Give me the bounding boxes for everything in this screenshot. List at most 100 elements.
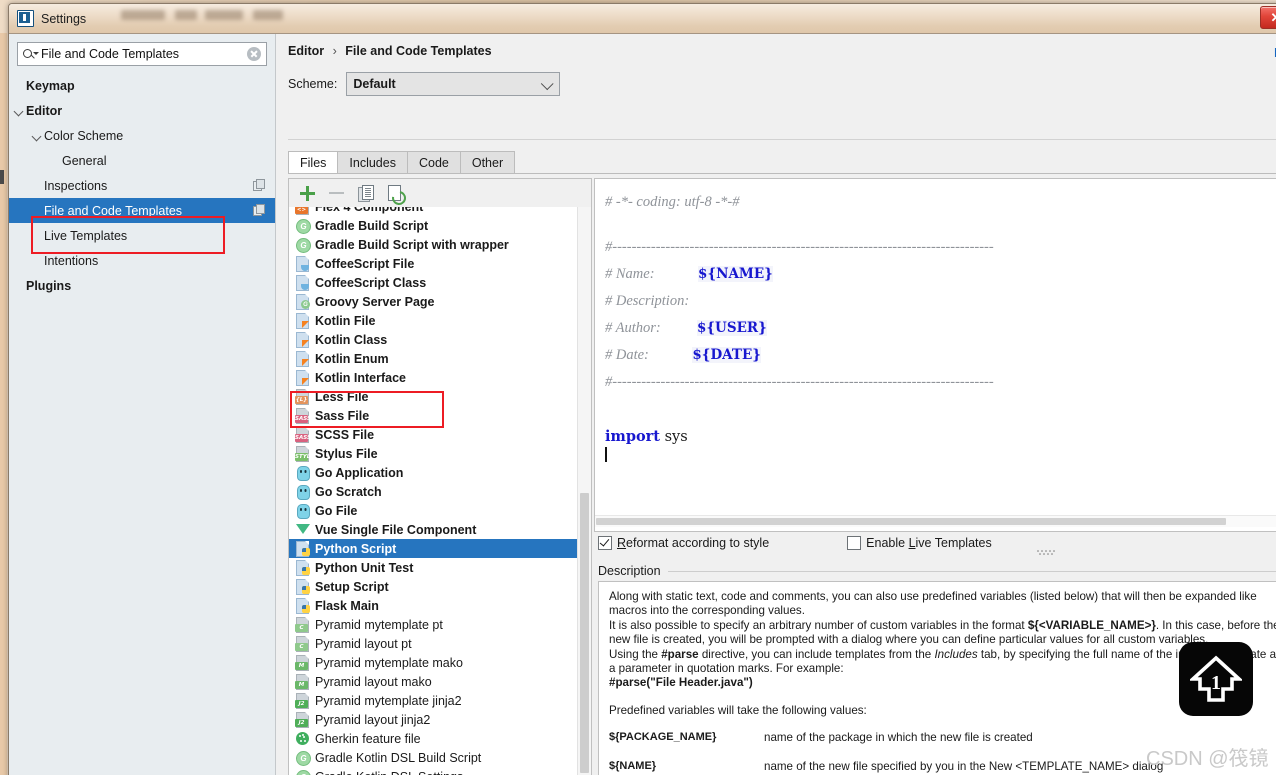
reformat-label: Reformat according to style <box>617 536 770 550</box>
list-item[interactable]: C Pyramid mytemplate pt <box>289 615 591 634</box>
list-item[interactable]: G Groovy Server Page <box>289 292 591 311</box>
sidebar-item-plugins[interactable]: Plugins <box>9 273 275 298</box>
window-body: File and Code Templates Keymap Editor Colo… <box>9 34 1276 775</box>
sidebar-item-editor[interactable]: Editor <box>9 98 275 123</box>
list-item[interactable]: G Gradle Kotlin DSL Settings <box>289 767 591 775</box>
clear-circle-icon[interactable] <box>247 47 261 61</box>
scheme-select-value: Default <box>353 77 396 91</box>
scheme-select[interactable]: Default <box>346 72 561 96</box>
sidebar-item-live-templates[interactable]: Live Templates <box>9 223 275 248</box>
list-item[interactable]: Kotlin Enum <box>289 349 591 368</box>
list-item[interactable]: G Gradle Kotlin DSL Build Script <box>289 748 591 767</box>
list-item-label: Pyramid layout pt <box>315 636 412 651</box>
stylus-icon: STYL <box>294 445 311 462</box>
scheme-row: Scheme: Default <box>288 72 561 96</box>
reformat-checkbox[interactable] <box>598 536 612 550</box>
list-item[interactable]: G Gradle Build Script <box>289 216 591 235</box>
template-list-toolbar <box>289 179 591 208</box>
sidebar-item-keymap[interactable]: Keymap <box>9 73 275 98</box>
list-item[interactable]: CoffeeScript File <box>289 254 591 273</box>
reset-icon[interactable] <box>383 182 409 208</box>
list-item[interactable]: Kotlin File <box>289 311 591 330</box>
tab-other[interactable]: Other <box>459 151 516 174</box>
list-item[interactable]: G Gradle Build Script with wrapper <box>289 235 591 254</box>
list-item[interactable]: M Pyramid layout mako <box>289 672 591 691</box>
list-item[interactable]: SASS SCSS File <box>289 425 591 444</box>
list-item[interactable]: Vue Single File Component <box>289 520 591 539</box>
list-item[interactable]: <> Flex 4 Component <box>289 207 591 216</box>
csdn-house-icon: 1 <box>1179 642 1253 716</box>
variable-description: name of the new file specified by you in… <box>764 760 1164 774</box>
list-item[interactable]: CoffeeScript Class <box>289 273 591 292</box>
sidebar-item-intentions[interactable]: Intentions <box>9 248 275 273</box>
list-item[interactable]: Go Application <box>289 463 591 482</box>
chevron-down-icon[interactable] <box>13 104 26 117</box>
chameleon-icon: C <box>294 616 311 633</box>
list-item[interactable]: J2 Pyramid mytemplate jinja2 <box>289 691 591 710</box>
chevron-down-icon[interactable] <box>31 129 44 142</box>
list-item[interactable]: {L} Less File <box>289 387 591 406</box>
resize-grip[interactable] <box>1037 550 1055 556</box>
list-item[interactable]: Kotlin Class <box>289 330 591 349</box>
sidebar-item-general[interactable]: General <box>9 148 275 173</box>
list-item[interactable]: Go File <box>289 501 591 520</box>
list-item[interactable]: Python Unit Test <box>289 558 591 577</box>
sidebar-item-file-and-code-templates[interactable]: File and Code Templates <box>9 198 275 223</box>
template-code-editor[interactable]: # -*- coding: utf-8 -*-# #---------------… <box>594 178 1276 532</box>
list-item-label: Python Script <box>315 541 397 556</box>
tab-files[interactable]: Files <box>288 151 339 174</box>
gradle-icon: G <box>294 236 311 253</box>
editor-hscrollbar-thumb[interactable] <box>596 518 1226 525</box>
list-item[interactable]: Flask Main <box>289 596 591 615</box>
breadcrumb-root[interactable]: Editor <box>288 44 324 58</box>
copy-settings-icon[interactable] <box>253 204 265 216</box>
gradle-icon: G <box>294 768 311 775</box>
description-p1-text: Along with static text, code and comment… <box>609 590 1257 618</box>
list-item[interactable]: J2 Pyramid layout jinja2 <box>289 710 591 729</box>
desktop-left-marker <box>0 170 4 184</box>
sidebar-item-inspections[interactable]: Inspections <box>9 173 275 198</box>
list-item-label: Stylus File <box>315 446 378 461</box>
close-icon[interactable]: ✕ <box>1260 6 1276 29</box>
minus-icon[interactable] <box>325 182 349 204</box>
code-line: # Author: ${USER} <box>605 320 767 336</box>
copy-settings-icon[interactable] <box>253 179 265 191</box>
list-item[interactable]: SASS Sass File <box>289 406 591 425</box>
live-templates-checkbox[interactable] <box>847 536 862 550</box>
gradle-icon: G <box>294 217 311 234</box>
list-item[interactable]: Go Scratch <box>289 482 591 501</box>
template-list-panel: <>Flex 4 ComponentGGradle Build ScriptGG… <box>288 178 592 775</box>
tab-code[interactable]: Code <box>406 151 461 174</box>
sass-icon: SASS <box>294 407 311 424</box>
template-list-scroll[interactable]: <>Flex 4 ComponentGGradle Build ScriptGG… <box>289 207 591 775</box>
plus-icon[interactable] <box>296 182 320 204</box>
python-icon <box>294 559 311 576</box>
copy-icon[interactable] <box>354 182 378 204</box>
code-text: # -*- coding: utf-8 -*-# <box>605 194 740 210</box>
list-item[interactable]: M Pyramid mytemplate mako <box>289 653 591 672</box>
list-item[interactable]: Python Script <box>289 539 591 558</box>
code-text: # Author: <box>605 320 697 336</box>
code-line: # Name: ${NAME} <box>605 266 773 282</box>
sidebar-item-label: Color Scheme <box>44 128 124 143</box>
search-input[interactable]: File and Code Templates <box>17 42 267 66</box>
code-line: #---------------------------------------… <box>605 375 994 390</box>
code-line: # -*- coding: utf-8 -*-# <box>605 194 740 210</box>
template-list-scrollbar[interactable] <box>577 207 591 775</box>
scrollbar-thumb[interactable] <box>580 493 589 773</box>
editor-hscrollbar[interactable] <box>595 515 1276 527</box>
list-item[interactable]: Gherkin feature file <box>289 729 591 748</box>
list-item-label: Vue Single File Component <box>315 522 477 537</box>
sidebar-item-color-scheme[interactable]: Color Scheme <box>9 123 275 148</box>
svg-text:1: 1 <box>1211 672 1221 694</box>
tab-includes[interactable]: Includes <box>337 151 408 174</box>
list-item[interactable]: STYL Stylus File <box>289 444 591 463</box>
code-text: #---------------------------------------… <box>605 239 994 255</box>
list-item[interactable]: C Pyramid layout pt <box>289 634 591 653</box>
code-line: import sys <box>605 429 688 444</box>
list-item[interactable]: Setup Script <box>289 577 591 596</box>
list-item-label: Gradle Kotlin DSL Settings <box>315 770 463 775</box>
list-item[interactable]: Kotlin Interface <box>289 368 591 387</box>
